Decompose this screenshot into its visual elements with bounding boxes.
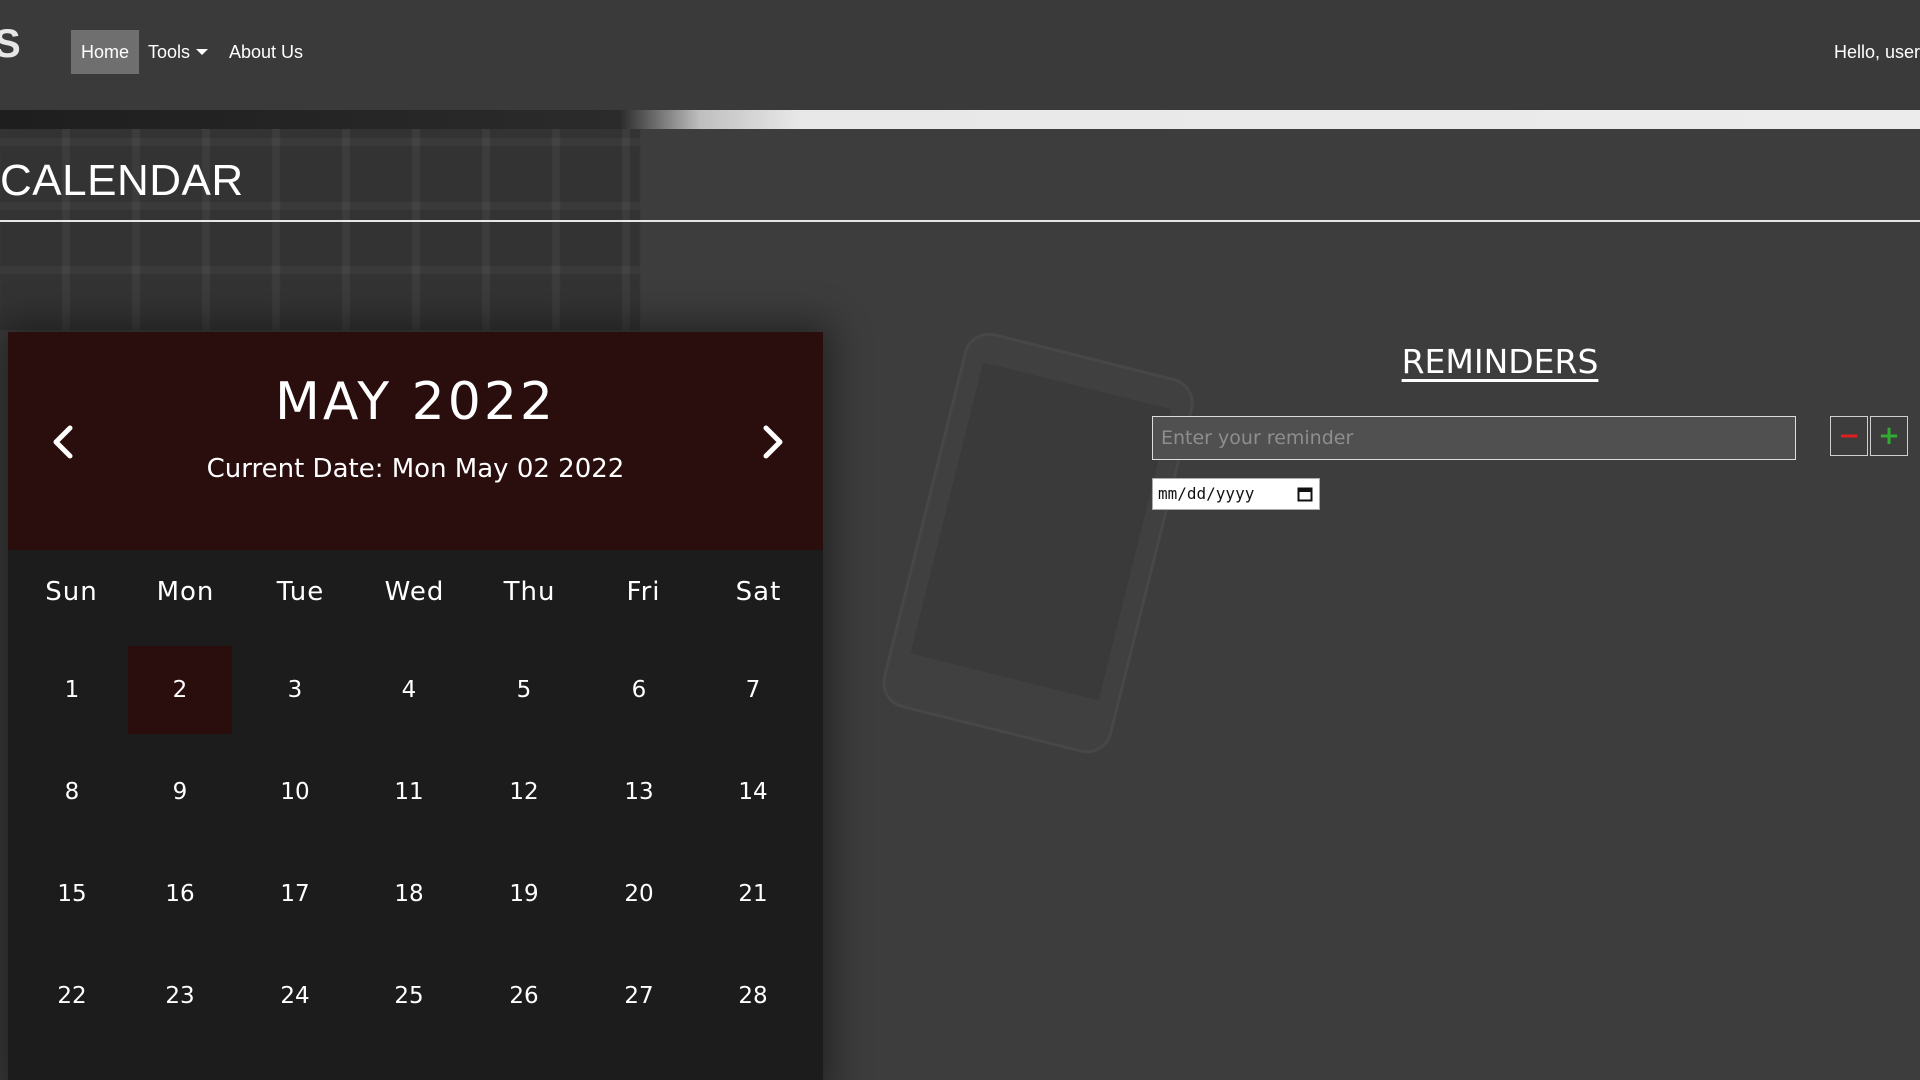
calendar-day[interactable]: 25	[357, 952, 461, 1040]
calendar-day[interactable]: 6	[587, 646, 691, 734]
calendar-day[interactable]: 8	[20, 748, 124, 836]
add-reminder-button[interactable]: +	[1870, 416, 1908, 456]
calendar-weekday-row: Sun Mon Tue Wed Thu Fri Sat	[8, 577, 823, 617]
calendar-day[interactable]: 19	[472, 850, 576, 938]
calendar-day[interactable]: 26	[472, 952, 576, 1040]
calendar-day[interactable]: 10	[243, 748, 347, 836]
calendar-day[interactable]: 24	[243, 952, 347, 1040]
navbar: S Home Tools About Us Hello, user	[0, 0, 1920, 110]
calendar-day[interactable]: 17	[243, 850, 347, 938]
caret-down-icon	[196, 48, 209, 55]
user-greeting: Hello, user	[1833, 42, 1920, 62]
calendar-day[interactable]: 22	[20, 952, 124, 1040]
remove-reminder-button[interactable]: −	[1830, 416, 1868, 456]
calendar-day[interactable]: 11	[357, 748, 461, 836]
calendar-day[interactable]: 18	[357, 850, 461, 938]
weekday-label: Thu	[503, 577, 556, 607]
calendar-day[interactable]: 21	[701, 850, 805, 938]
calendar-day[interactable]: 5	[472, 646, 576, 734]
calendar-day[interactable]: 20	[587, 850, 691, 938]
title-divider	[0, 220, 1920, 222]
calendar-day[interactable]: 13	[587, 748, 691, 836]
calendar-day[interactable]: 23	[128, 952, 232, 1040]
calendar-day[interactable]: 1	[20, 646, 124, 734]
reminder-input[interactable]	[1152, 416, 1796, 460]
calendar-day[interactable]: 27	[587, 952, 691, 1040]
background-phone-image	[876, 327, 1200, 759]
date-placeholder: mm/dd/yyyy	[1158, 484, 1255, 503]
calendar-header: MAY 2022 Current Date: Mon May 02 2022	[8, 332, 823, 550]
nav-tools-label: Tools	[148, 42, 191, 62]
calendar-icon[interactable]	[1297, 486, 1313, 502]
nav-about-link[interactable]: About Us	[219, 30, 313, 74]
calendar-day[interactable]: 7	[701, 646, 805, 734]
calendar-day[interactable]: 16	[128, 850, 232, 938]
calendar-day[interactable]: 14	[701, 748, 805, 836]
reminder-date-input[interactable]: mm/dd/yyyy	[1152, 478, 1320, 510]
background-phone-screen	[910, 362, 1172, 701]
header-banner-strip	[0, 110, 1920, 129]
calendar-day[interactable]: 3	[243, 646, 347, 734]
calendar-current-date: Current Date: Mon May 02 2022	[206, 454, 625, 484]
next-month-button[interactable]	[752, 422, 792, 462]
weekday-label: Mon	[156, 577, 215, 607]
calendar-day[interactable]: 9	[128, 748, 232, 836]
calendar-day[interactable]: 15	[20, 850, 124, 938]
minus-icon: −	[1838, 421, 1860, 451]
weekday-label: Tue	[276, 577, 325, 607]
calendar-month-title: MAY 2022	[274, 372, 557, 432]
weekday-label: Fri	[626, 577, 661, 607]
calendar-day[interactable]: 28	[701, 952, 805, 1040]
brand-logo[interactable]: S	[0, 22, 21, 67]
calendar-day[interactable]: 4	[357, 646, 461, 734]
nav-tools-dropdown[interactable]: Tools	[138, 30, 218, 74]
weekday-label: Wed	[384, 577, 445, 607]
chevron-right-icon	[763, 425, 783, 459]
page-title: CALENDAR	[0, 156, 244, 205]
weekday-label: Sat	[735, 577, 782, 607]
reminders-heading: REMINDERS	[1401, 342, 1599, 381]
plus-icon: +	[1878, 421, 1900, 451]
calendar-day-today[interactable]: 2	[128, 646, 232, 734]
nav-home-link[interactable]: Home	[71, 30, 140, 74]
calendar-widget: MAY 2022 Current Date: Mon May 02 2022 S…	[8, 332, 823, 1080]
weekday-label: Sun	[45, 577, 98, 607]
calendar-day[interactable]: 12	[472, 748, 576, 836]
